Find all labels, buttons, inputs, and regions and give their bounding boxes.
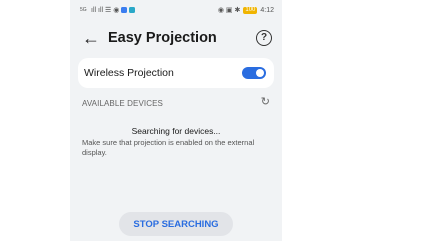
- toggle-knob: [256, 69, 264, 77]
- stop-searching-button[interactable]: STOP SEARCHING: [119, 212, 233, 236]
- help-icon[interactable]: ?: [256, 30, 272, 46]
- back-arrow-icon[interactable]: ←: [82, 27, 100, 49]
- system-icons: ◉ ▣ ✱: [217, 7, 241, 14]
- title-bar: ← Easy Projection ?: [70, 26, 282, 52]
- notification-app-icon-2: [129, 7, 136, 13]
- wireless-projection-toggle[interactable]: [242, 67, 266, 79]
- status-left: 5G ıll ıll ☰ ◉: [80, 6, 136, 14]
- wireless-projection-row[interactable]: Wireless Projection: [78, 58, 274, 88]
- sim-label-1: 5G: [80, 6, 87, 13]
- notification-app-icon: [121, 7, 128, 13]
- status-time: 4:12: [260, 6, 274, 14]
- page-title: Easy Projection: [108, 30, 217, 46]
- status-bar: 5G ıll ıll ☰ ◉ ◉ ▣ ✱ 100 4:12: [70, 0, 282, 20]
- refresh-icon[interactable]: ↻: [261, 95, 270, 108]
- sim-indicator: 5G: [80, 6, 89, 13]
- wireless-projection-label: Wireless Projection: [84, 67, 174, 79]
- signal-icons: ıll ıll ☰ ◉: [91, 7, 120, 14]
- battery-icon: 100: [243, 6, 258, 14]
- projection-hint: Make sure that projection is enabled on …: [82, 138, 255, 157]
- searching-status: Searching for devices...: [131, 126, 221, 136]
- status-right: ◉ ▣ ✱ 100 4:12: [218, 6, 274, 14]
- phone-screen: 5G ıll ıll ☰ ◉ ◉ ▣ ✱ 100 4:12 ← Easy Pro…: [70, 0, 282, 241]
- available-devices-header: AVAILABLE DEVICES: [82, 99, 163, 108]
